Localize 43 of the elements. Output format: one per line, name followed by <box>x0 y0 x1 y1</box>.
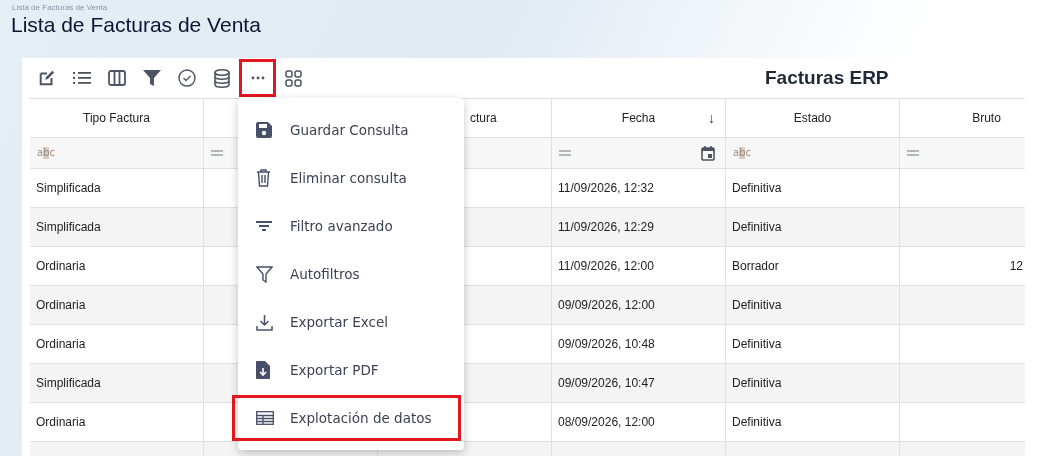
grid-icon <box>285 69 302 87</box>
filter-cell[interactable] <box>900 138 1025 169</box>
table-cell: Definitiva <box>726 286 900 325</box>
menu-item[interactable]: Autofiltros <box>238 250 464 298</box>
save-icon <box>256 122 272 138</box>
table-cell: Simplificada <box>30 364 204 403</box>
equals-icon <box>211 150 223 156</box>
table-cell: Simplificada <box>30 208 204 247</box>
database-icon <box>213 68 230 88</box>
sort-arrow-icon: ↓ <box>708 110 715 126</box>
funnel-outline-icon <box>256 265 273 283</box>
equals-icon <box>907 150 919 156</box>
validate-icon <box>177 69 196 87</box>
columns-icon <box>107 70 126 86</box>
breadcrumb: Lista de Facturas de Venta <box>11 2 109 12</box>
text-filter-icon: abc <box>37 147 55 159</box>
table-cell: 11/09/2026, 12:29 <box>552 208 726 247</box>
menu-item[interactable]: Eliminar consulta <box>238 154 464 202</box>
download-icon <box>256 313 273 331</box>
text-filter-icon: abc <box>733 147 751 159</box>
table-cell: Ordinaria <box>30 286 204 325</box>
filter-cell[interactable] <box>552 138 726 169</box>
list-icon <box>72 71 91 85</box>
filter-lines-icon <box>256 221 272 231</box>
menu-item[interactable]: Explotación de datos <box>231 394 462 442</box>
page-title: Lista de Facturas de Venta <box>10 12 262 38</box>
menu-item[interactable]: Exportar PDF <box>238 346 464 394</box>
table-icon <box>256 411 274 425</box>
equals-icon <box>559 150 571 156</box>
file-download-icon <box>256 361 270 379</box>
table-cell: Definitiva <box>726 364 900 403</box>
trash-icon <box>256 169 271 187</box>
menu-item[interactable]: Exportar Excel <box>238 298 464 346</box>
table-cell: 09/09/2026, 10:47 <box>552 364 726 403</box>
more-button[interactable] <box>239 59 276 97</box>
calendar-icon <box>701 145 715 161</box>
funnel-icon <box>142 69 161 87</box>
edit-icon <box>37 69 56 87</box>
grid-title: Facturas ERP <box>765 67 889 89</box>
more-icon <box>250 76 265 80</box>
table-cell: 09/09/2026, 12:00 <box>552 286 726 325</box>
table-cell: Definitiva <box>726 208 900 247</box>
menu-item[interactable]: Filtro avanzado <box>238 202 464 250</box>
